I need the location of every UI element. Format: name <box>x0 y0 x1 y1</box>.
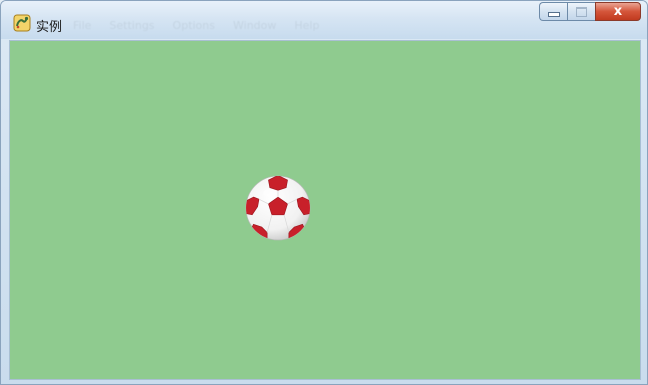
minimize-icon <box>547 12 560 17</box>
minimize-button[interactable] <box>539 2 567 21</box>
close-icon: x <box>613 4 623 19</box>
pygame-snake-icon <box>13 14 31 32</box>
maximize-icon <box>576 6 587 17</box>
game-canvas[interactable] <box>9 40 641 380</box>
ghost-menu-item: Options <box>172 19 215 32</box>
window-title: 实例 <box>36 20 63 35</box>
ghost-menu-bar: File Settings Options Window Help <box>73 19 319 32</box>
caption-buttons: x <box>539 2 641 22</box>
maximize-button[interactable] <box>567 2 595 21</box>
ghost-menu-item: Help <box>294 19 320 32</box>
ghost-menu-item: Window <box>233 19 277 32</box>
ghost-menu-item: File <box>73 19 92 32</box>
soccer-ball-icon <box>245 175 311 241</box>
ghost-menu-item: Settings <box>109 19 155 32</box>
title-bar[interactable]: 实例 File Settings Options Window Help x <box>1 1 647 39</box>
app-window: 实例 File Settings Options Window Help x <box>0 0 648 385</box>
close-button[interactable]: x <box>595 2 641 21</box>
